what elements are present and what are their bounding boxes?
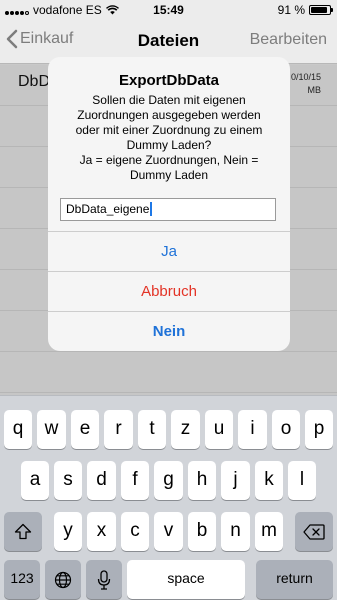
export-alert-dialog: ExportDbData Sollen die Daten mit eigene… [48, 57, 290, 351]
status-right: 91 % [277, 3, 333, 17]
file-name: DbD [18, 73, 51, 90]
filename-input-value: DbData_eigene [66, 202, 150, 216]
key-k[interactable]: k [255, 461, 283, 500]
battery-percent: 91 % [277, 3, 305, 17]
alert-message-line: Zuordnungen ausgegeben werden [77, 108, 261, 122]
key-w[interactable]: w [37, 410, 66, 449]
key-n[interactable]: n [221, 512, 250, 551]
battery-icon [309, 5, 333, 15]
alert-title: ExportDbData [118, 72, 219, 89]
microphone-key[interactable] [86, 560, 122, 599]
filename-input[interactable]: DbData_eigene [60, 198, 276, 221]
key-j[interactable]: j [221, 461, 250, 500]
key-m[interactable]: m [255, 512, 283, 551]
numbers-key[interactable]: 123 [4, 560, 40, 599]
text-caret [150, 202, 153, 216]
key-a[interactable]: a [21, 461, 49, 500]
alert-message-line: Ja = eigene Zuordnungen, Nein = [79, 153, 259, 167]
alert-message-line: Dummy Laden [129, 168, 209, 182]
key-l[interactable]: l [288, 461, 316, 500]
alert-message-line: Sollen die Daten mit eigenen [92, 93, 246, 107]
key-d[interactable]: d [87, 461, 116, 500]
key-b[interactable]: b [188, 512, 216, 551]
abbruch-button[interactable]: Abbruch [48, 271, 290, 311]
key-v[interactable]: v [154, 512, 183, 551]
space-key[interactable]: space [127, 560, 245, 599]
key-z[interactable]: z [171, 410, 200, 449]
key-y[interactable]: y [54, 512, 82, 551]
key-i[interactable]: i [238, 410, 267, 449]
key-e[interactable]: e [71, 410, 99, 449]
list-divider [0, 392, 337, 393]
key-h[interactable]: h [188, 461, 216, 500]
key-g[interactable]: g [154, 461, 183, 500]
file-date: 0/10/15 [290, 72, 321, 82]
key-u[interactable]: u [205, 410, 233, 449]
file-size: MB [307, 85, 322, 95]
globe-icon [54, 571, 72, 588]
status-bar: vodafone ES 15:49 91 % [0, 0, 337, 20]
back-label: Einkauf [20, 30, 74, 47]
keyboard: q w e r t z u i o p a s d f g h j k l y … [0, 395, 337, 600]
key-f[interactable]: f [121, 461, 149, 500]
shift-key[interactable] [4, 512, 42, 551]
key-x[interactable]: x [87, 512, 116, 551]
globe-key[interactable] [45, 560, 81, 599]
key-o[interactable]: o [272, 410, 300, 449]
list-divider [0, 351, 337, 352]
alert-message: Sollen die Daten mit eigenen Zuordnungen… [56, 93, 282, 183]
return-key[interactable]: return [256, 560, 333, 599]
nein-button[interactable]: Nein [48, 311, 290, 351]
key-p[interactable]: p [305, 410, 333, 449]
alert-message-line: oder mit einer Zuordnung zu einem [75, 123, 263, 137]
key-t[interactable]: t [138, 410, 166, 449]
key-s[interactable]: s [54, 461, 82, 500]
shift-icon [14, 523, 32, 540]
ja-button[interactable]: Ja [48, 231, 290, 271]
backspace-icon [303, 523, 325, 540]
backspace-key[interactable] [295, 512, 333, 551]
chevron-left-icon [6, 29, 18, 49]
edit-button[interactable]: Bearbeiten [250, 31, 327, 49]
microphone-icon [97, 569, 111, 590]
battery-fill [311, 7, 328, 13]
back-button[interactable]: Einkauf [6, 29, 73, 49]
alert-message-line: Dummy Laden? [126, 138, 212, 152]
key-r[interactable]: r [104, 410, 133, 449]
key-q[interactable]: q [4, 410, 32, 449]
key-c[interactable]: c [121, 512, 149, 551]
